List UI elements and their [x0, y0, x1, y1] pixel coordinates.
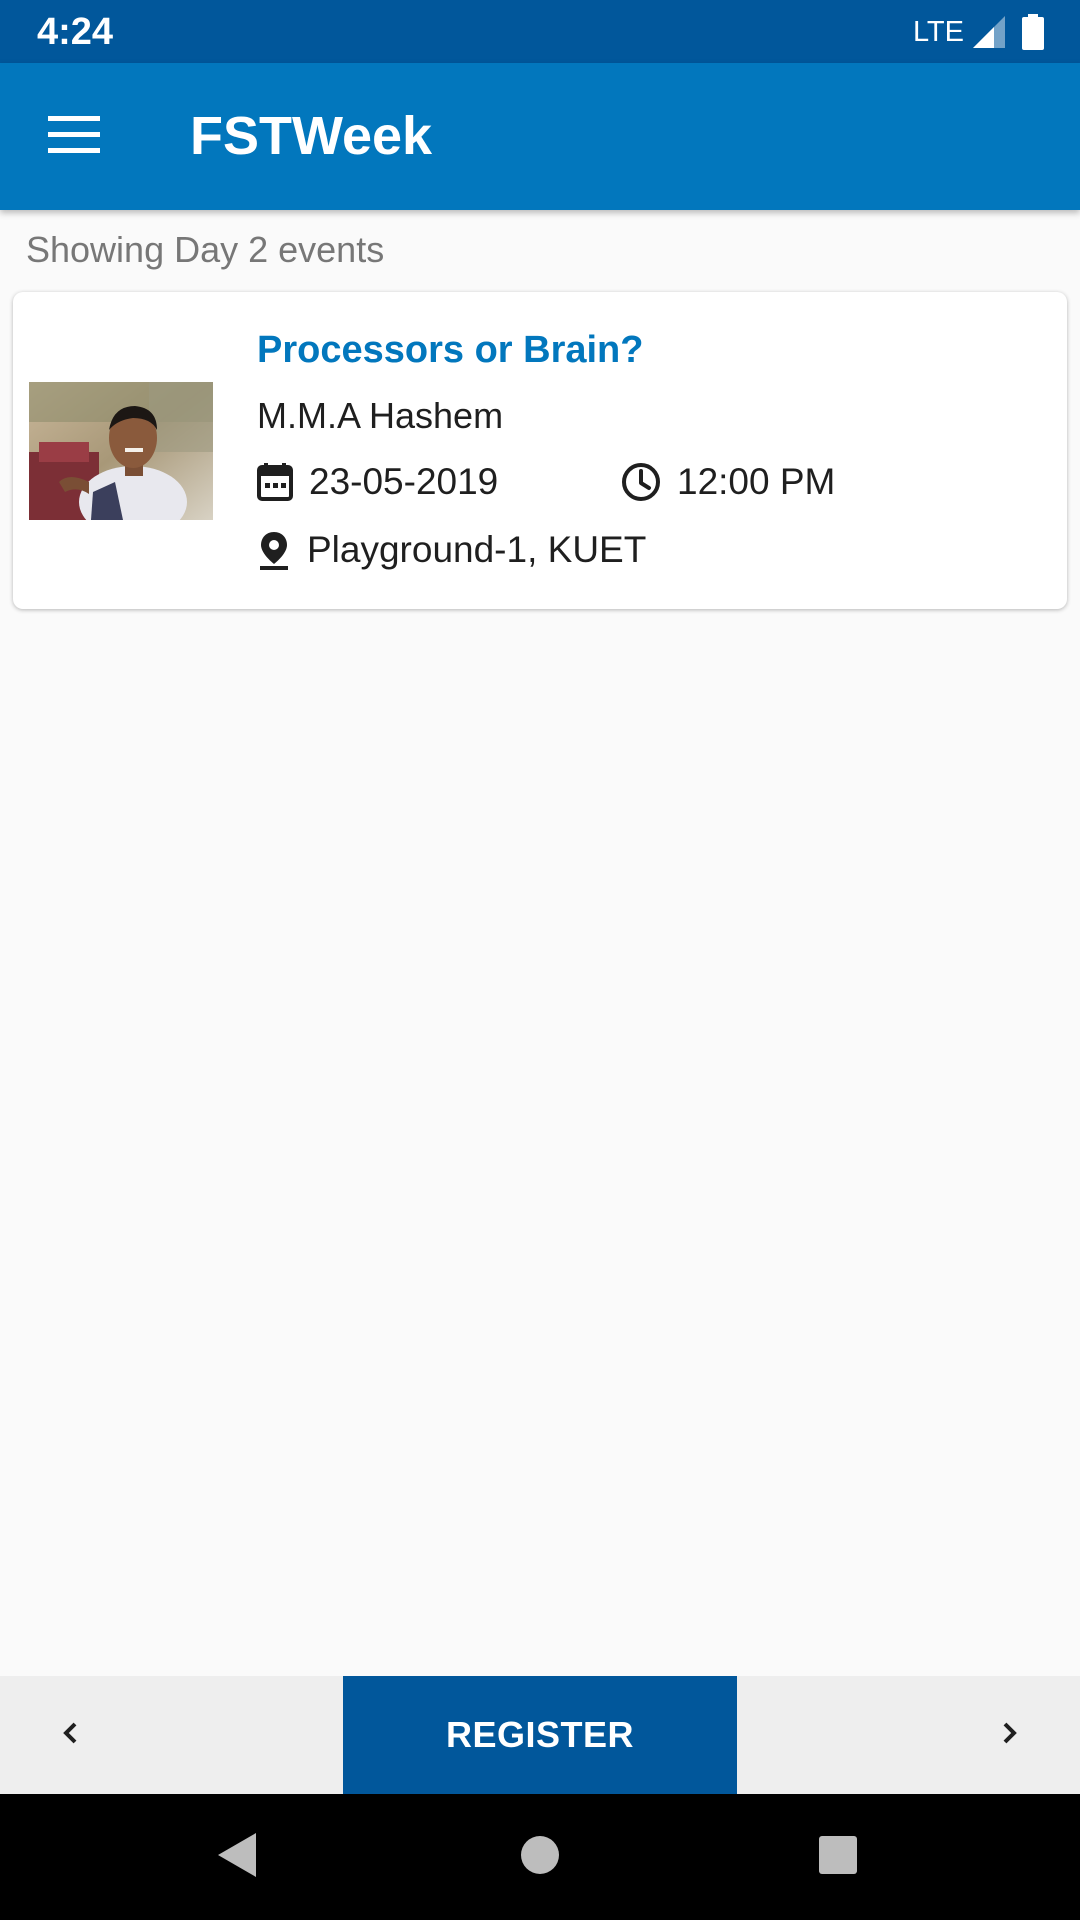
location-pin-icon — [257, 530, 307, 570]
previous-day-button[interactable] — [0, 1676, 140, 1794]
speaker-name: M.M.A Hashem — [257, 395, 504, 436]
chevron-right-icon — [1002, 1721, 1018, 1750]
app-title: FSTWeek — [190, 106, 433, 166]
back-button[interactable] — [178, 1794, 298, 1920]
event-date: 23-05-2019 — [257, 460, 498, 504]
menu-button[interactable] — [38, 107, 110, 167]
system-navigation-bar — [0, 1794, 1080, 1920]
signal-icon — [972, 15, 1006, 49]
event-date-text: 23-05-2019 — [309, 461, 499, 502]
back-icon — [216, 1831, 260, 1884]
hamburger-menu-icon — [48, 115, 100, 159]
event-card[interactable]: Processors or Brain? M.M.A Hashem 23-05-… — [13, 292, 1067, 609]
event-venue: Playground-1, KUET — [257, 528, 646, 572]
day-filter-label: Showing Day 2 events — [26, 229, 385, 270]
event-title: Processors or Brain? — [257, 329, 644, 371]
status-time: 4:24 — [37, 11, 114, 53]
home-button[interactable] — [480, 1794, 600, 1920]
clock-icon — [621, 462, 677, 502]
status-bar: 4:24 LTE — [0, 0, 1080, 63]
recents-button[interactable] — [778, 1794, 898, 1920]
app-bar: FSTWeek — [0, 63, 1080, 210]
calendar-icon — [257, 463, 309, 501]
event-time-text: 12:00 PM — [677, 461, 836, 502]
speaker-photo — [29, 382, 213, 520]
network-type: LTE — [912, 16, 964, 48]
next-day-button[interactable] — [940, 1676, 1080, 1794]
recents-icon — [818, 1835, 858, 1880]
register-button[interactable]: REGISTER — [343, 1676, 737, 1794]
battery-icon — [1022, 14, 1044, 50]
chevron-left-icon — [62, 1721, 78, 1750]
bottom-action-bar: REGISTER — [0, 1676, 1080, 1794]
home-icon — [520, 1835, 560, 1880]
event-venue-text: Playground-1, KUET — [307, 529, 647, 570]
status-indicators: LTE — [913, 12, 1044, 52]
event-time: 12:00 PM — [621, 460, 835, 504]
